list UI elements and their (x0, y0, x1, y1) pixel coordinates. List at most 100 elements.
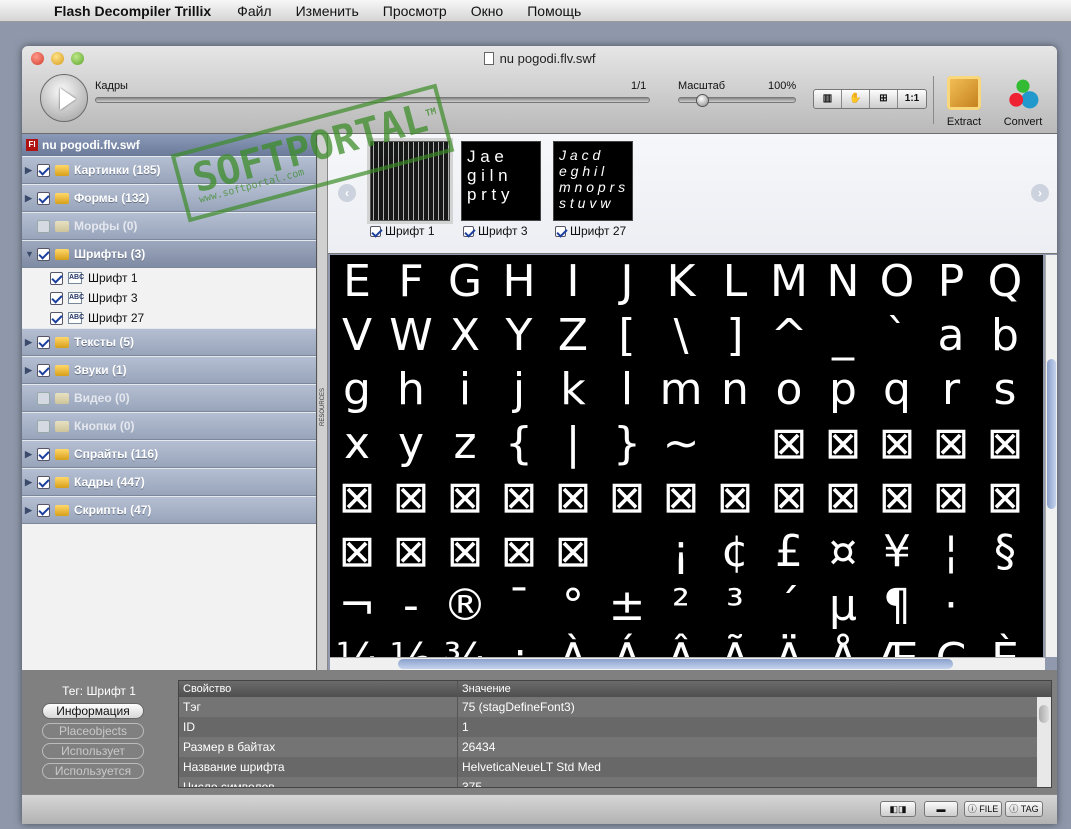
column-header-property[interactable]: Свойство (179, 681, 458, 697)
table-row[interactable]: Число символов 375 (179, 777, 1051, 788)
tag-info-button[interactable]: ⓘ TAG (1005, 801, 1043, 817)
checkbox[interactable] (370, 225, 381, 237)
glyph-cell (600, 525, 654, 579)
scroll-thumb[interactable] (1047, 359, 1056, 509)
glyph-cell: ® (443, 580, 487, 631)
layout-toggle-button[interactable]: ◧◨ (880, 801, 916, 817)
table-row[interactable]: ID 1 (179, 717, 1051, 737)
glyph-cell: Ç (924, 633, 978, 657)
tab-information[interactable]: Информация (42, 703, 144, 719)
prev-arrow-icon[interactable]: ‹ (338, 184, 356, 202)
value-cell: 375 (462, 780, 483, 788)
actual-size-button[interactable]: 1:1 (898, 90, 926, 108)
panel-toggle-button[interactable]: ▬ (924, 801, 958, 817)
font-icon: ABC (68, 312, 84, 324)
menu-window[interactable]: Окно (459, 3, 516, 19)
scale-value: 100% (768, 80, 797, 92)
sidebar-font-item[interactable]: ABC Шрифт 27 (22, 308, 316, 328)
column-header-value[interactable]: Значение (458, 681, 1038, 697)
play-button[interactable] (40, 74, 88, 122)
checkbox[interactable] (37, 335, 50, 349)
tab-used-by[interactable]: Используется (42, 763, 144, 779)
checkbox[interactable] (50, 311, 63, 325)
glyph-cell: ¦ (943, 526, 959, 577)
tab-placeobjects[interactable]: Placeobjects (42, 723, 144, 739)
glyph-cell: j (512, 364, 526, 415)
sidebar-item-morphs[interactable]: Морфы (0) (22, 212, 316, 240)
font-thumbnail[interactable]: J a e g i l n p r t y (461, 141, 541, 221)
glyph-cell: ⊠ (824, 418, 862, 469)
tab-uses[interactable]: Использует (42, 743, 144, 759)
glyph-horizontal-scrollbar[interactable] (330, 657, 1045, 670)
sidebar-item-label: Морфы (0) (74, 219, 138, 233)
checkbox[interactable] (463, 225, 474, 237)
checkbox[interactable] (37, 391, 50, 405)
checkbox[interactable] (555, 225, 566, 237)
glyph-cell: ¾ (438, 633, 492, 657)
checkbox[interactable] (37, 419, 50, 433)
sidebar-item-buttons[interactable]: Кнопки (0) (22, 412, 316, 440)
checkbox[interactable] (37, 363, 50, 377)
convert-button[interactable]: Convert (998, 76, 1048, 128)
glyph-cell: z (453, 418, 477, 469)
app-menu[interactable]: Flash Decompiler Trillix (44, 3, 225, 19)
toolbar: nu pogodi.flv.swf Кадры 1/1 Масштаб 100%… (22, 46, 1057, 134)
scale-label: Масштаб (678, 80, 726, 92)
fit-view-button[interactable]: ▥ (814, 90, 842, 108)
sidebar-item-label: Тексты (5) (74, 335, 135, 349)
sidebar-item-texts[interactable]: ▶ Тексты (5) (22, 328, 316, 356)
glyph-cell: y (397, 418, 425, 469)
glyph-cell: · (944, 580, 958, 631)
checkbox[interactable] (37, 447, 50, 461)
hand-tool-button[interactable]: ✋ (842, 90, 870, 108)
checkbox[interactable] (37, 219, 50, 233)
checkbox[interactable] (37, 163, 50, 177)
checkbox[interactable] (37, 247, 50, 261)
menu-file[interactable]: Файл (225, 3, 283, 19)
sidebar-item-scripts[interactable]: ▶ Скрипты (47) (22, 496, 316, 524)
checkbox[interactable] (50, 271, 63, 285)
convert-label: Convert (1003, 116, 1043, 128)
table-row[interactable]: Размер в байтах 26434 (179, 737, 1051, 757)
sidebar-item-sprites[interactable]: ▶ Спрайты (116) (22, 440, 316, 468)
glyph-cell: _ (832, 310, 854, 361)
glyph-vertical-scrollbar[interactable] (1045, 255, 1057, 657)
glyph-cell: È (978, 633, 1032, 657)
table-row[interactable]: Тэг 75 (stagDefineFont3) (179, 697, 1051, 717)
scroll-thumb[interactable] (398, 659, 953, 669)
glyph-cell: Z (557, 310, 589, 361)
sidebar-splitter[interactable]: RESOURCES (318, 134, 328, 670)
glyph-cell: W (389, 310, 433, 361)
extract-button[interactable]: Extract (939, 76, 989, 128)
folder-icon (55, 392, 69, 404)
fit-window-button[interactable]: ⊞ (870, 90, 898, 108)
checkbox[interactable] (37, 475, 50, 489)
checkbox[interactable] (37, 503, 50, 517)
status-bar: ◧◨ ▬ ⓘ FILE ⓘ TAG (22, 794, 1057, 824)
sidebar-item-video[interactable]: Видео (0) (22, 384, 316, 412)
glyph-cell: ¤ (829, 526, 857, 577)
menu-help[interactable]: Помощь (515, 3, 593, 19)
next-arrow-icon[interactable]: › (1031, 184, 1049, 202)
glyph-cell: ^ (770, 310, 808, 361)
font-thumbnail[interactable]: J a c d e g h i l m n o p r s s t u v w (553, 141, 633, 221)
sidebar-item-frames[interactable]: ▶ Кадры (447) (22, 468, 316, 496)
sidebar-item-fonts[interactable]: ▼ Шрифты (3) (22, 240, 316, 268)
scale-slider-knob[interactable] (696, 94, 709, 107)
menu-view[interactable]: Просмотр (371, 3, 459, 19)
scroll-thumb[interactable] (1039, 705, 1049, 723)
checkbox[interactable] (37, 191, 50, 205)
tag-label: Тег: Шрифт 1 (62, 684, 136, 698)
sidebar-item-sounds[interactable]: ▶ Звуки (1) (22, 356, 316, 384)
file-info-button[interactable]: ⓘ FILE (964, 801, 1002, 817)
checkbox[interactable] (50, 291, 63, 305)
sidebar-font-item[interactable]: ABC Шрифт 3 (22, 288, 316, 308)
menu-edit[interactable]: Изменить (284, 3, 371, 19)
glyph-cell: ⊠ (338, 472, 376, 523)
properties-scrollbar[interactable] (1037, 697, 1051, 787)
table-row[interactable]: Название шрифта HelveticaNeueLT Std Med (179, 757, 1051, 777)
toolbar-separator (933, 76, 934, 124)
sidebar-font-item[interactable]: ABC Шрифт 1 (22, 268, 316, 288)
flash-file-icon: Fl (26, 139, 38, 151)
expand-arrow-icon: ▶ (25, 504, 32, 515)
